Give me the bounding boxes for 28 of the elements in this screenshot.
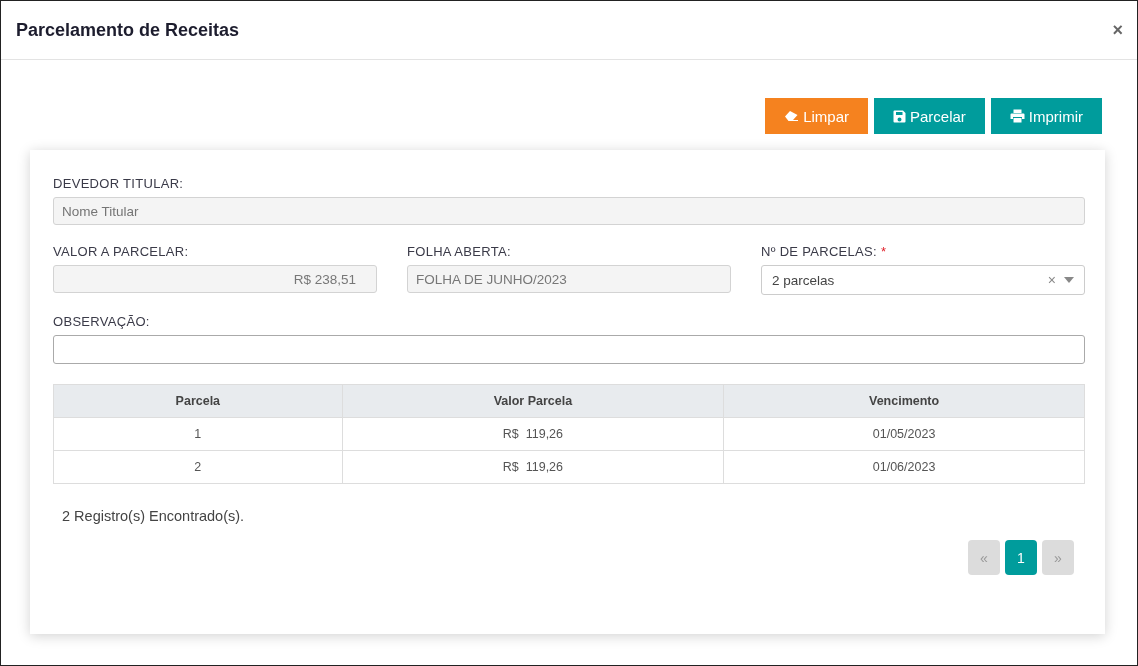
printer-icon [1009, 109, 1025, 123]
required-mark: * [880, 244, 887, 259]
input-field[interactable] [53, 335, 1085, 364]
close-button[interactable]: × [1112, 19, 1123, 41]
clear-button[interactable]: Limpar [765, 98, 868, 134]
table-cell: 01/05/2023 [723, 417, 1085, 451]
clear-selection-button[interactable]: × [1047, 272, 1056, 288]
field-label: OBSERVAÇÃO: [53, 314, 150, 329]
column-header: Vencimento [723, 384, 1085, 418]
caret-down-icon [1064, 277, 1074, 283]
field-label: DEVEDOR TITULAR: [53, 176, 184, 191]
field-label: VALOR A PARCELAR: [53, 244, 189, 259]
page-button[interactable]: 1 [1005, 540, 1037, 575]
save-button[interactable]: Parcelar [874, 98, 985, 134]
table-cell: 2 [53, 450, 343, 484]
select-field[interactable]: 2 parcelas × [761, 265, 1085, 295]
table-cell: R$ 119,26 [342, 450, 724, 484]
column-header: Parcela [53, 384, 343, 418]
table-cell: 1 [53, 417, 343, 451]
modal-title: Parcelamento de Receitas [16, 19, 240, 41]
table-cell: 01/06/2023 [723, 450, 1085, 484]
column-header: Valor Parcela [342, 384, 724, 418]
print-button[interactable]: Imprimir [990, 98, 1102, 134]
field-label: Nº DE PARCELAS: [761, 244, 877, 259]
eraser-icon [784, 109, 800, 123]
record-count: 2 Registro(s) Encontrado(s). [62, 508, 246, 524]
table-cell: R$ 119,26 [342, 417, 724, 451]
field-label: FOLHA ABERTA: [407, 244, 511, 259]
